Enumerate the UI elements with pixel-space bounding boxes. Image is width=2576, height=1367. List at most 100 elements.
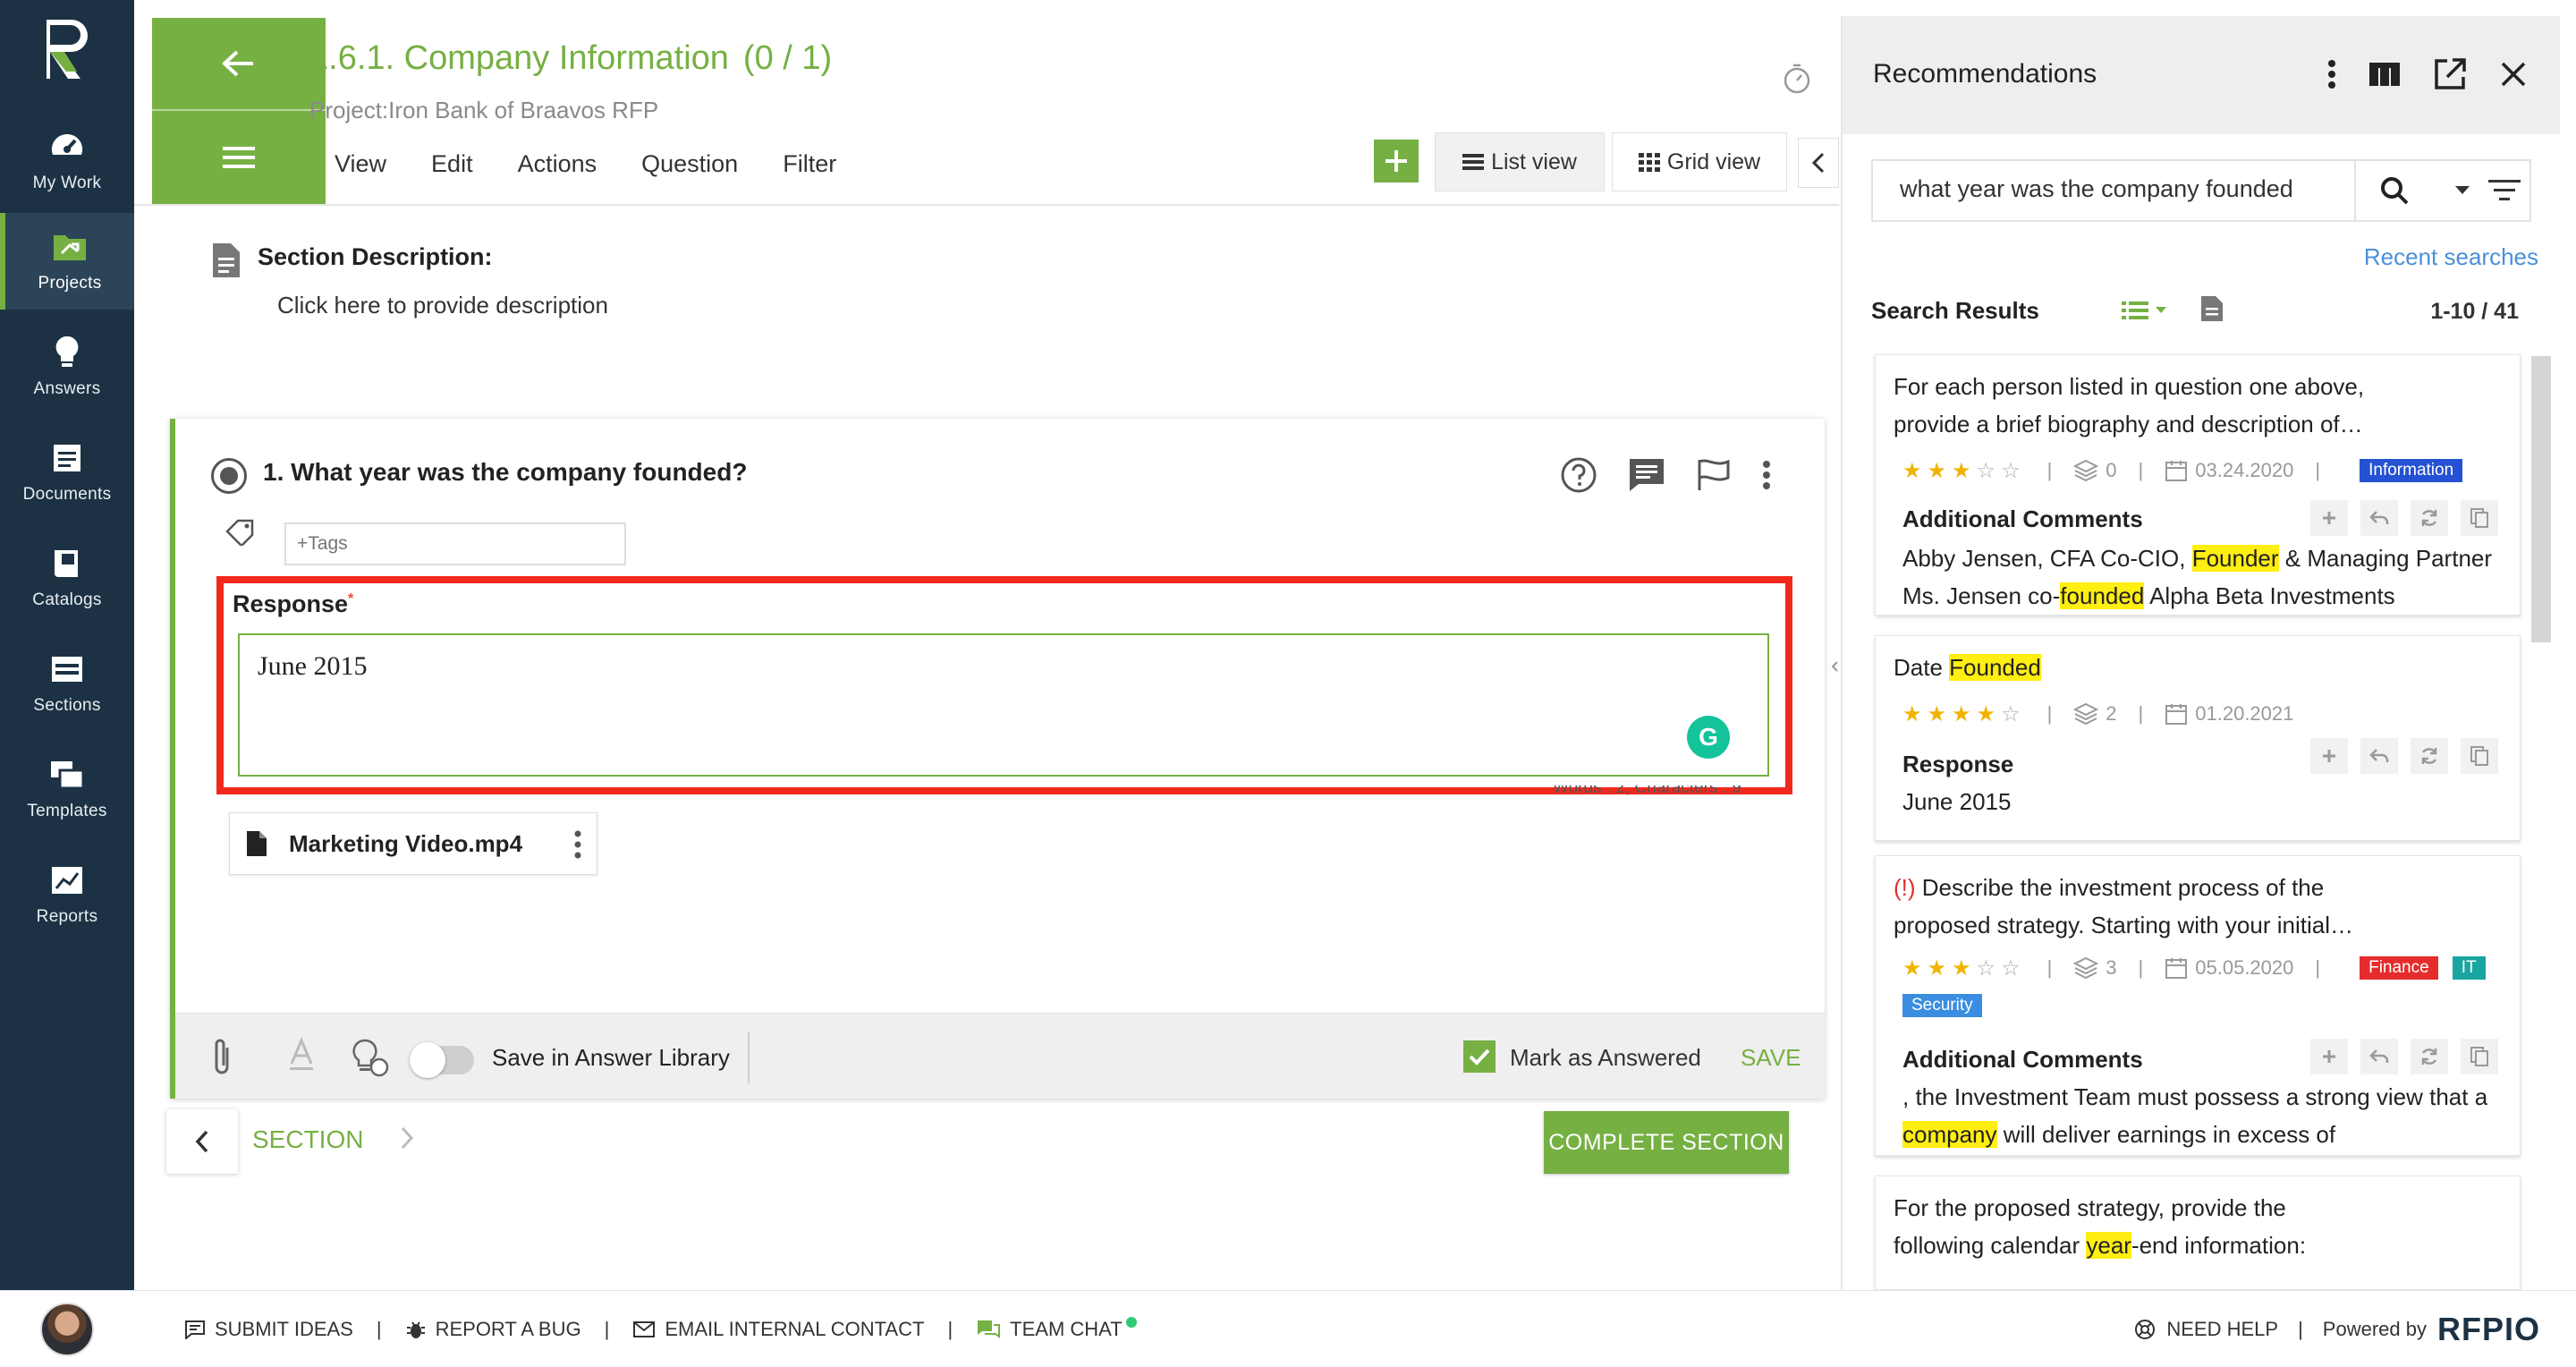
collapse-panel-button[interactable]: [1798, 138, 1839, 188]
highlight-text: founded: [2060, 582, 2145, 609]
answered-count: (0 / 1): [742, 39, 833, 77]
result-tools: [2310, 1039, 2498, 1074]
more-vertical-icon[interactable]: [1762, 460, 1771, 490]
need-help-link[interactable]: NEED HELP: [2166, 1318, 2278, 1341]
tag-badge[interactable]: Security: [1902, 994, 1982, 1017]
tag-badge[interactable]: Information: [2360, 459, 2463, 482]
add-icon[interactable]: [2310, 738, 2348, 774]
result-card[interactable]: For each person listed in question one a…: [1875, 354, 2521, 616]
refresh-icon[interactable]: [2411, 738, 2448, 774]
result-card[interactable]: For the proposed strategy, provide the f…: [1875, 1176, 2521, 1290]
filter-lines-icon[interactable]: [2488, 177, 2521, 208]
flag-icon[interactable]: [1696, 458, 1732, 492]
menu-view[interactable]: View: [335, 150, 386, 178]
close-icon[interactable]: [2499, 60, 2528, 89]
menu-question[interactable]: Question: [641, 150, 738, 178]
search-input[interactable]: what year was the company founded: [1900, 175, 2293, 203]
question-status-radio[interactable]: [211, 458, 247, 494]
rating-stars: ★★★☆☆: [1902, 458, 2026, 483]
help-circle-icon[interactable]: [1560, 456, 1597, 494]
menu-edit[interactable]: Edit: [431, 150, 473, 178]
result-title-text: Date: [1894, 654, 1950, 681]
templates-icon: [49, 757, 85, 793]
attachment-card[interactable]: Marketing Video.mp4: [229, 812, 597, 875]
add-icon[interactable]: [2310, 1039, 2348, 1074]
save-library-toggle[interactable]: [410, 1042, 474, 1078]
page-title: 1.6.1. Company Information (0 / 1): [309, 39, 832, 78]
add-question-button[interactable]: [1374, 140, 1419, 183]
result-card[interactable]: Date Founded ★★★★☆ | 2 | 01.20.2021 Resp…: [1875, 635, 2521, 841]
report-bug-link[interactable]: REPORT A BUG: [405, 1318, 581, 1341]
chevron-right-icon[interactable]: [399, 1125, 415, 1155]
more-vertical-icon[interactable]: [573, 829, 582, 866]
open-external-icon[interactable]: [2433, 57, 2467, 91]
more-vertical-icon[interactable]: [2327, 59, 2336, 89]
section-nav-label: SECTION: [252, 1125, 364, 1153]
menu-actions[interactable]: Actions: [518, 150, 597, 178]
complete-section-button[interactable]: COMPLETE SECTION: [1544, 1111, 1789, 1174]
refresh-icon[interactable]: [2411, 500, 2448, 536]
result-body-line: Abby Jensen, CFA Co-CIO, Founder & Manag…: [1902, 539, 2511, 577]
sidebar-item-documents[interactable]: Documents: [0, 424, 134, 521]
timer-icon[interactable]: [1782, 63, 1812, 99]
copy-icon[interactable]: [2461, 1039, 2498, 1074]
app-root: My Work Projects Answers Documents Catal: [0, 0, 2576, 1367]
submit-ideas-link[interactable]: SUBMIT IDEAS: [184, 1318, 353, 1341]
footer-links: SUBMIT IDEAS | REPORT A BUG | EMAIL INTE…: [184, 1291, 1137, 1367]
sidebar-item-my-work[interactable]: My Work: [0, 113, 134, 209]
sidebar-item-reports[interactable]: Reports: [0, 846, 134, 943]
result-title-text: following calendar: [1894, 1232, 2087, 1259]
columns-icon[interactable]: [2368, 61, 2401, 88]
grid-view-button[interactable]: Grid view: [1612, 132, 1787, 191]
result-card[interactable]: (!) Describe the investment process of t…: [1875, 855, 2521, 1156]
team-chat-link[interactable]: TEAM CHAT: [976, 1317, 1137, 1341]
copy-icon[interactable]: [2461, 738, 2498, 774]
email-contact-link[interactable]: EMAIL INTERNAL CONTACT: [632, 1318, 924, 1341]
suggest-answer-icon[interactable]: [351, 1037, 390, 1078]
tag-badge[interactable]: IT: [2452, 956, 2486, 980]
sidebar-item-catalogs[interactable]: Catalogs: [0, 530, 134, 626]
rating-stars: ★★★★☆: [1902, 701, 2026, 726]
reply-icon[interactable]: [2360, 1039, 2398, 1074]
grammarly-icon[interactable]: G: [1687, 716, 1730, 759]
comment-icon[interactable]: [1628, 457, 1665, 493]
sidebar-item-answers[interactable]: Answers: [0, 318, 134, 415]
arrow-left-icon: [222, 50, 253, 77]
sidebar-item-templates[interactable]: Templates: [0, 741, 134, 837]
document-view-icon[interactable]: [2200, 295, 2224, 327]
reply-icon[interactable]: [2360, 500, 2398, 536]
section-description-input[interactable]: Click here to provide description: [277, 292, 608, 319]
add-icon[interactable]: [2310, 500, 2348, 536]
email-contact-label: EMAIL INTERNAL CONTACT: [665, 1318, 925, 1340]
avatar[interactable]: [40, 1303, 94, 1356]
search-icon[interactable]: [2379, 175, 2410, 210]
caret-down-icon[interactable]: [2454, 184, 2470, 200]
recent-searches-link[interactable]: Recent searches: [2364, 243, 2538, 271]
save-library-label: Save in Answer Library: [492, 1044, 730, 1071]
save-button[interactable]: SAVE: [1741, 1044, 1801, 1072]
sidebar-item-projects[interactable]: Projects: [0, 213, 134, 310]
refresh-icon[interactable]: [2411, 1039, 2448, 1074]
copy-icon[interactable]: [2461, 500, 2498, 536]
result-title-line: (!) Describe the investment process of t…: [1894, 869, 2502, 906]
reply-icon[interactable]: [2360, 738, 2398, 774]
response-label-text: Response: [233, 590, 349, 617]
tag-badge[interactable]: Finance: [2360, 956, 2438, 980]
list-view-button[interactable]: List view: [1435, 132, 1605, 191]
section-description-title: Section Description:: [258, 243, 493, 270]
results-scrollbar[interactable]: [2531, 356, 2551, 642]
back-button[interactable]: [152, 18, 326, 111]
paperclip-icon[interactable]: [209, 1037, 234, 1078]
sidebar-item-sections[interactable]: Sections: [0, 635, 134, 732]
sidebar: My Work Projects Answers Documents Catal: [0, 0, 134, 1367]
list-view-icon[interactable]: [2122, 299, 2170, 327]
rfpio-logo-icon[interactable]: [41, 16, 93, 82]
body-text: Abby Jensen, CFA Co-CIO,: [1902, 545, 2192, 572]
hamburger-menu-button[interactable]: [152, 111, 326, 204]
text-format-icon[interactable]: [288, 1037, 315, 1073]
response-textarea[interactable]: June 2015: [238, 633, 1769, 777]
tags-input[interactable]: [284, 522, 626, 565]
mark-answered-checkbox[interactable]: [1463, 1040, 1496, 1073]
menu-filter[interactable]: Filter: [783, 150, 836, 178]
previous-section-button[interactable]: [166, 1109, 238, 1174]
